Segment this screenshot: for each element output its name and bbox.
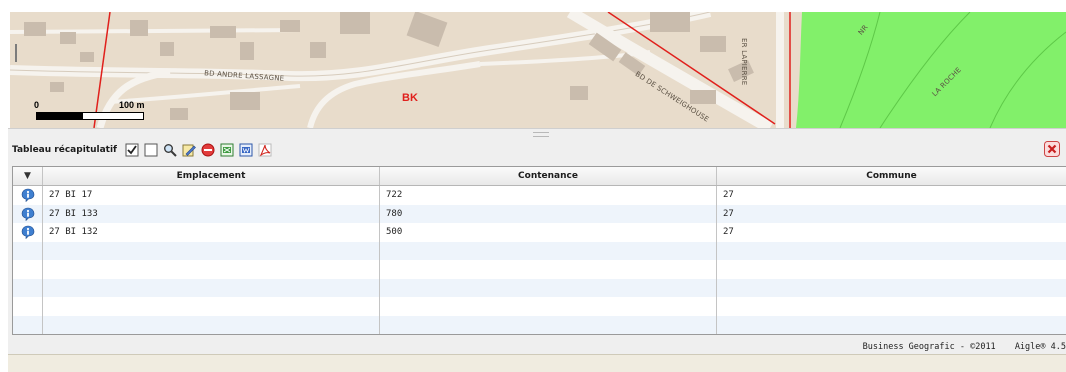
export-pdf-button[interactable]	[258, 143, 272, 157]
empty-row	[13, 297, 1066, 316]
scale-end-label: 100 m	[119, 100, 145, 110]
edit-button[interactable]	[182, 143, 196, 157]
pdf-icon	[258, 143, 272, 157]
column-header-emplacement[interactable]: Emplacement	[43, 167, 380, 185]
panel-splitter[interactable]	[533, 132, 549, 137]
deselect-checkbox[interactable]	[144, 143, 158, 157]
scale-start-label: 0	[34, 100, 40, 110]
sort-arrow-icon: ▼	[24, 171, 31, 181]
footer: Business Geografic - ©2011 Aigle® 4.5	[849, 342, 1066, 352]
empty-row	[13, 315, 1066, 334]
no-entry-icon	[201, 143, 215, 157]
cell-commune: 27	[723, 208, 734, 219]
word-icon	[239, 143, 253, 157]
checked-box-icon	[125, 143, 139, 157]
cell-commune: 27	[723, 227, 734, 237]
zoom-search-button[interactable]	[163, 143, 177, 157]
map-pan-handle[interactable]	[15, 44, 17, 62]
empty-row	[13, 260, 1066, 279]
cell-emplacement: 27 BI 132	[43, 223, 380, 242]
row-info-button[interactable]	[13, 204, 43, 223]
scale-white-segment	[82, 112, 144, 120]
street-label-lapierre: ER LAPIERRE	[740, 38, 748, 86]
table-row[interactable]: 27 BI 132 500 27	[13, 223, 1066, 242]
cell-contenance: 780	[380, 204, 717, 223]
edit-icon	[182, 144, 196, 157]
export-excel-button[interactable]	[220, 143, 234, 157]
scale-bar: 0 100 m	[34, 100, 154, 126]
row-info-button[interactable]	[13, 186, 43, 205]
excel-icon	[220, 143, 234, 157]
map-drawing	[10, 12, 1066, 128]
version-text: Aigle® 4.5	[1014, 342, 1066, 352]
info-icon	[21, 207, 34, 221]
cell-contenance: 500	[380, 223, 717, 242]
cell-contenance: 722	[380, 186, 717, 205]
table-row[interactable]: 27 BI 17 722 27	[13, 186, 1066, 205]
column-header-contenance[interactable]: Contenance	[380, 167, 717, 185]
scale-black-segment	[36, 112, 84, 120]
empty-box-icon	[144, 143, 158, 157]
close-panel-button[interactable]	[1044, 141, 1060, 157]
cell-commune: 27	[723, 190, 734, 200]
summary-panel: Tableau récapitulatif ▼ Emplacement Cont…	[8, 128, 1066, 355]
sort-menu-button[interactable]: ▼	[13, 167, 43, 185]
magnifier-icon	[163, 144, 177, 157]
panel-title: Tableau récapitulatif	[12, 145, 117, 155]
close-icon	[1044, 141, 1060, 157]
bottom-status-strip	[8, 354, 1066, 372]
cell-emplacement: 27 BI 133	[43, 204, 380, 223]
poi-label: BK	[402, 92, 418, 104]
column-header-commune[interactable]: Commune	[717, 167, 1066, 185]
copyright-text: Business Geografic - ©2011	[862, 342, 996, 352]
export-word-button[interactable]	[239, 143, 253, 157]
info-icon	[21, 225, 34, 240]
empty-row	[13, 278, 1066, 297]
table-row[interactable]: 27 BI 133 780 27	[13, 204, 1066, 223]
summary-toolbar: Tableau récapitulatif	[12, 141, 277, 159]
summary-grid: ▼ Emplacement Contenance Commune 27 BI 1…	[12, 166, 1066, 335]
map-view[interactable]: BD ANDRE LASSAGNE BD DE SCHWEIGHOUSE ER …	[10, 12, 1066, 128]
remove-button[interactable]	[201, 143, 215, 157]
cell-emplacement: 27 BI 17	[43, 186, 380, 205]
grid-header: ▼ Emplacement Contenance Commune	[13, 167, 1066, 186]
empty-row	[13, 241, 1066, 260]
row-info-button[interactable]	[13, 223, 43, 242]
info-icon	[21, 188, 34, 203]
select-all-checkbox[interactable]	[125, 143, 139, 157]
